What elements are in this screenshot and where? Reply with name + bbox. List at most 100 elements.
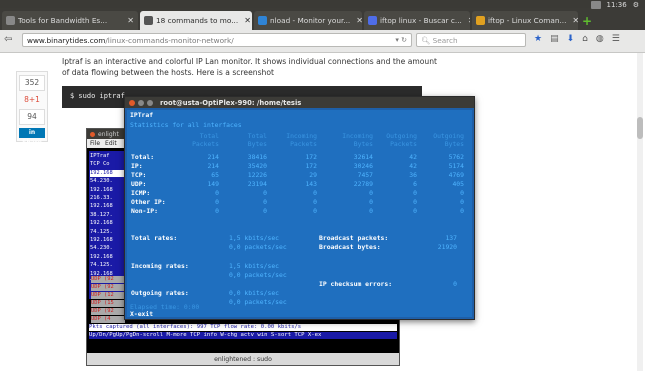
stat-value: 12226: [247, 171, 267, 179]
code-command: $ sudo iptraf: [70, 92, 125, 100]
tab-3[interactable]: iftop linux - Buscar c... ✕: [364, 11, 470, 30]
connection-row[interactable]: 74.125.: [90, 229, 124, 236]
stat-value: 65: [211, 171, 219, 179]
close-icon[interactable]: ✕: [241, 16, 251, 25]
connection-row[interactable]: 192.168: [90, 220, 124, 227]
connection-row[interactable]: 192.168: [90, 203, 124, 210]
column-header: Incoming: [342, 132, 373, 140]
minimize-icon[interactable]: [138, 99, 144, 106]
column-header: Bytes: [353, 140, 373, 148]
total-rates-kbits: 1,5 kbits/sec: [229, 234, 280, 242]
new-tab-button[interactable]: +: [580, 14, 594, 28]
terminal-title: root@usta-OptiPlex-990: /home/tesis: [160, 98, 302, 107]
menu-icon[interactable]: ☰: [612, 34, 620, 44]
udp-row[interactable]: UDP (15: [91, 300, 125, 307]
share-count-2: 94: [19, 109, 45, 125]
clipboard-icon[interactable]: ▤: [550, 34, 559, 44]
menu-file[interactable]: File: [90, 140, 100, 147]
connection-row[interactable]: 74.125.: [90, 262, 124, 269]
stat-value: 36: [409, 171, 417, 179]
column-header: Bytes: [444, 140, 464, 148]
network-icon[interactable]: [590, 1, 601, 9]
tab-label: iftop linux - Buscar c...: [380, 16, 462, 25]
stat-value: 143: [305, 180, 317, 188]
stat-value: 0: [313, 189, 317, 197]
bookmark-star-icon[interactable]: ★: [534, 34, 542, 44]
menu-edit[interactable]: Edit: [105, 140, 117, 147]
connection-row[interactable]: 216.33.: [90, 195, 124, 202]
udp-row[interactable]: UDP (4: [91, 316, 125, 323]
udp-row[interactable]: UDP (12: [91, 292, 125, 299]
outgoing-rates-packets: 0,0 packets/sec: [229, 298, 287, 306]
article-paragraph: Iptraf is an interactive and colorful IP…: [62, 57, 438, 77]
close-icon[interactable]: ✕: [124, 16, 134, 25]
clock[interactable]: 11:36: [607, 1, 627, 9]
back-arrow-icon[interactable]: ⇦: [4, 34, 12, 45]
stat-value: 0: [263, 189, 267, 197]
close-icon[interactable]: ✕: [569, 16, 578, 25]
tab-0[interactable]: Tools for Bandwidth Es... ✕: [2, 11, 138, 30]
connection-row[interactable]: TCP Co: [90, 161, 124, 168]
stat-value: 0: [313, 207, 317, 215]
stat-value: 0: [369, 198, 373, 206]
stat-value: 35420: [247, 162, 267, 170]
connection-row[interactable]: IPTraf: [90, 153, 124, 160]
close-icon[interactable]: ✕: [465, 16, 470, 25]
tab-2[interactable]: nload - Monitor your... ✕: [254, 11, 362, 30]
stat-value: 6: [413, 180, 417, 188]
stat-row-label: IP:: [131, 162, 143, 170]
udp-row[interactable]: UDP (92: [91, 276, 125, 283]
home-icon[interactable]: ⌂: [582, 34, 588, 44]
connection-row[interactable]: 192.168: [90, 254, 124, 261]
tab-label: 18 commands to mo...: [156, 16, 239, 25]
incoming-rates-packets: 0,0 packets/sec: [229, 271, 287, 279]
stat-value: 5762: [448, 153, 464, 161]
connection-row[interactable]: 38.127.: [90, 212, 124, 219]
checksum-errors-label: IP checksum errors:: [319, 280, 393, 288]
tab-favicon-icon: [144, 16, 153, 25]
gear-icon[interactable]: ⚙: [633, 1, 639, 9]
close-icon[interactable]: [129, 99, 135, 106]
column-header: Total: [199, 132, 219, 140]
stat-value: 30246: [353, 162, 373, 170]
connection-row[interactable]: 192.168: [90, 169, 124, 177]
pocket-icon[interactable]: ◍: [596, 34, 604, 44]
terminal-titlebar[interactable]: root@usta-OptiPlex-990: /home/tesis: [125, 97, 474, 108]
iptraf-terminal-window[interactable]: root@usta-OptiPlex-990: /home/tesis IPTr…: [124, 96, 475, 320]
column-header: Incoming: [286, 132, 317, 140]
stat-value: 4769: [448, 171, 464, 179]
stats-subtitle: Statistics for all interfaces: [130, 121, 242, 129]
maximize-icon[interactable]: [147, 99, 153, 106]
connection-row[interactable]: 54.230.: [90, 178, 124, 185]
url-bar[interactable]: www.binarytides.com /linux-commands-moni…: [22, 33, 412, 47]
gplus-button[interactable]: 8+1: [19, 94, 45, 106]
column-header: Packets: [390, 140, 417, 148]
stat-row-label: Non-IP:: [131, 207, 158, 215]
stat-value: 5174: [448, 162, 464, 170]
udp-row[interactable]: UDP (92: [91, 284, 125, 291]
reload-icon[interactable]: ▾ ↻: [395, 36, 407, 44]
udp-row[interactable]: UDP (92: [91, 308, 125, 315]
tab-4[interactable]: iftop - Linux Coman... ✕: [472, 11, 578, 30]
search-input[interactable]: 🔍︎ Search: [416, 33, 526, 47]
toolbar-icons: ★ ▤ ⬇ ⌂ ◍ ☰: [534, 34, 620, 44]
app-name: IPTraf: [130, 111, 154, 119]
close-icon[interactable]: ✕: [353, 16, 362, 25]
navigation-bar: ⇦ www.binarytides.com /linux-commands-mo…: [0, 30, 645, 53]
connection-row[interactable]: 192.168: [90, 237, 124, 244]
page-scrollbar[interactable]: [637, 53, 643, 371]
exit-hint[interactable]: X-exit: [130, 310, 153, 318]
download-icon[interactable]: ⬇: [567, 34, 575, 44]
incoming-rates-kbits: 1,5 kbits/sec: [229, 262, 280, 270]
connection-row[interactable]: 54.230.: [90, 245, 124, 252]
connection-row[interactable]: 192.168: [90, 187, 124, 194]
share-count: 352: [19, 75, 45, 91]
scrollbar-thumb[interactable]: [637, 117, 643, 139]
close-icon[interactable]: [90, 131, 95, 137]
linkedin-share-button[interactable]: in Share: [19, 128, 45, 146]
tab-1[interactable]: 18 commands to mo... ✕: [140, 11, 252, 30]
stat-value: 0: [413, 207, 417, 215]
search-placeholder: Search: [432, 35, 458, 45]
stat-value: 0: [369, 189, 373, 197]
stat-value: 0: [413, 189, 417, 197]
